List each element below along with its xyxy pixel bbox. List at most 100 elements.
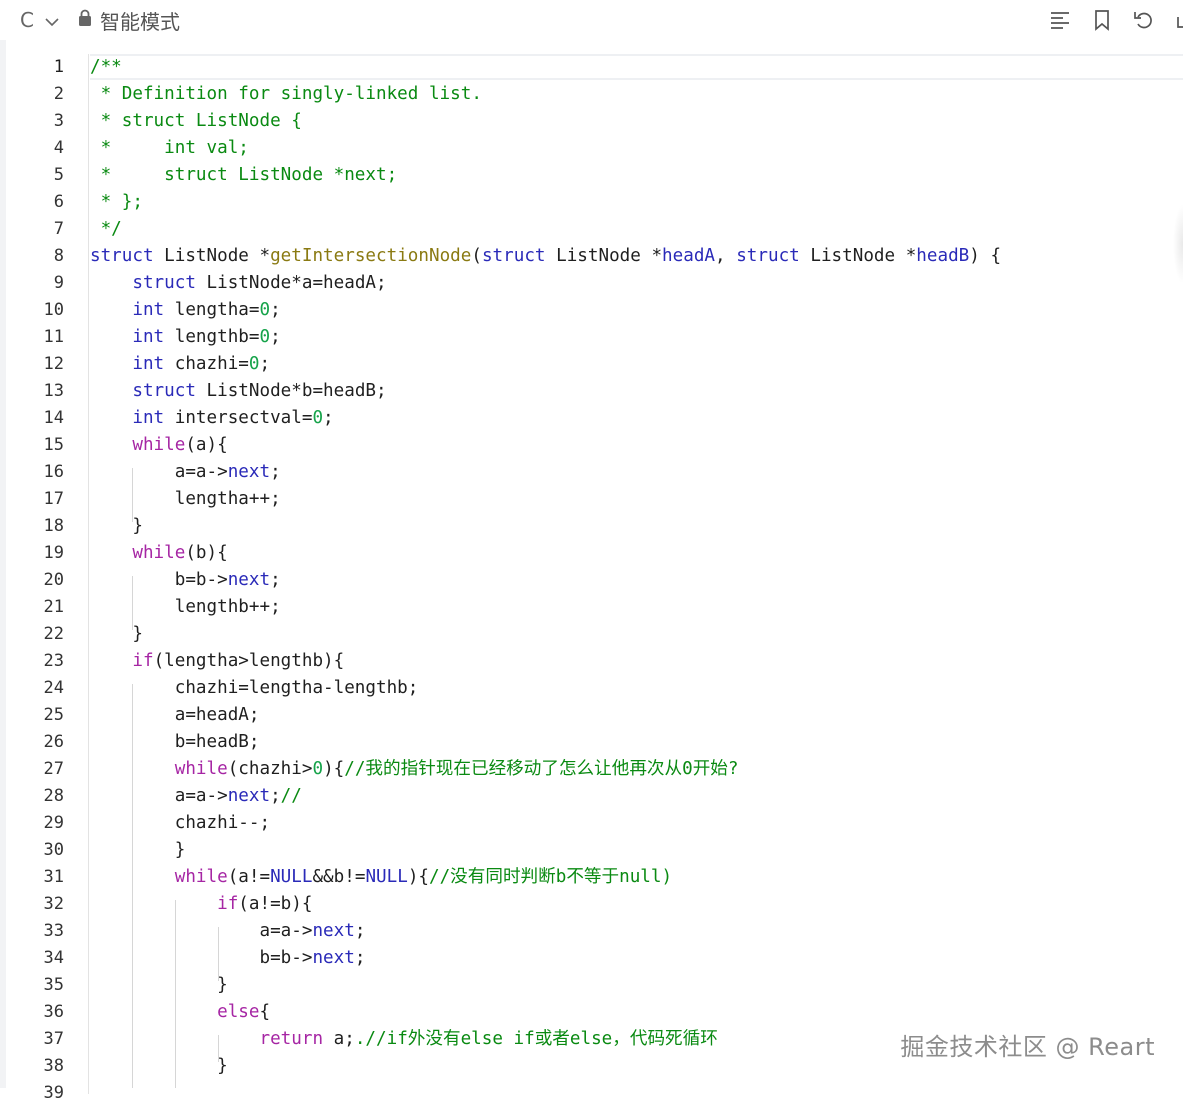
code-token: }: [90, 1056, 228, 1076]
chevron-down-icon[interactable]: [44, 8, 60, 32]
code-line[interactable]: 19 while(b){: [6, 540, 1183, 567]
line-number: 9: [6, 270, 64, 297]
line-code: */: [90, 216, 122, 243]
code-line[interactable]: 24 chazhi=lengtha-lengthb;: [6, 675, 1183, 702]
code-token: lengthb++;: [90, 597, 281, 617]
align-icon[interactable]: [1049, 9, 1071, 31]
code-token: next: [228, 462, 270, 482]
code-token: (b){: [185, 543, 227, 563]
code-line[interactable]: 3 * struct ListNode {: [6, 108, 1183, 135]
code-token: .//if外没有else if或者else，代码死循环: [355, 1029, 718, 1049]
code-line[interactable]: 12 int chazhi=0;: [6, 351, 1183, 378]
code-line[interactable]: 11 int lengthb=0;: [6, 324, 1183, 351]
line-number: 17: [6, 486, 64, 513]
code-editor[interactable]: 1/**2 * Definition for singly-linked lis…: [6, 44, 1183, 1088]
code-line[interactable]: 31 while(a!=NULL&&b!=NULL){//没有同时判断b不等于n…: [6, 864, 1183, 891]
mode-label[interactable]: 智能模式: [100, 6, 180, 35]
code-line[interactable]: 35 }: [6, 972, 1183, 999]
code-token: lengtha=: [164, 300, 259, 320]
code-line[interactable]: 5 * struct ListNode *next;: [6, 162, 1183, 189]
code-token: ListNode *: [546, 246, 663, 266]
line-number: 34: [6, 945, 64, 972]
download-icon[interactable]: [1175, 9, 1183, 31]
code-line[interactable]: 17 lengtha++;: [6, 486, 1183, 513]
line-number: 37: [6, 1026, 64, 1053]
code-line[interactable]: 14 int intersectval=0;: [6, 405, 1183, 432]
code-line[interactable]: 27 while(chazhi>0){//我的指针现在已经移动了怎么让他再次从0…: [6, 756, 1183, 783]
line-code: if(a!=b){: [90, 891, 312, 918]
code-token: chazhi=lengtha-lengthb;: [90, 678, 418, 698]
line-code: a=a->next;: [90, 918, 365, 945]
code-line[interactable]: 2 * Definition for singly-linked list.: [6, 81, 1183, 108]
toolbar-right: [1029, 6, 1183, 34]
code-token: int: [132, 327, 164, 347]
code-token: (: [471, 246, 482, 266]
line-code: return a;.//if外没有else if或者else，代码死循环: [90, 1026, 718, 1053]
code-line[interactable]: 16 a=a->next;: [6, 459, 1183, 486]
code-token: b=b->: [90, 948, 312, 968]
code-line[interactable]: 6 * };: [6, 189, 1183, 216]
code-line[interactable]: 21 lengthb++;: [6, 594, 1183, 621]
line-code: chazhi=lengtha-lengthb;: [90, 675, 418, 702]
code-token: lengthb=: [164, 327, 259, 347]
code-token: lengtha++;: [90, 489, 281, 509]
code-line[interactable]: 26 b=headB;: [6, 729, 1183, 756]
line-code: a=a->next;//: [90, 783, 302, 810]
code-token: [90, 408, 132, 428]
code-line[interactable]: 28 a=a->next;//: [6, 783, 1183, 810]
code-line[interactable]: 4 * int val;: [6, 135, 1183, 162]
code-token: 0: [260, 327, 271, 347]
line-code: int chazhi=0;: [90, 351, 270, 378]
code-line[interactable]: 29 chazhi--;: [6, 810, 1183, 837]
code-token: ListNode *: [800, 246, 917, 266]
code-line[interactable]: 20 b=b->next;: [6, 567, 1183, 594]
code-line[interactable]: 8struct ListNode *getIntersectionNode(st…: [6, 243, 1183, 270]
line-number: 12: [6, 351, 64, 378]
code-line[interactable]: 15 while(a){: [6, 432, 1183, 459]
code-line[interactable]: 39: [6, 1080, 1183, 1107]
line-number: 8: [6, 243, 64, 270]
bookmark-icon[interactable]: [1091, 9, 1113, 31]
code-line[interactable]: 1/**: [6, 54, 1183, 81]
language-select[interactable]: C: [20, 8, 34, 32]
code-token: [90, 867, 175, 887]
line-number: 18: [6, 513, 64, 540]
code-token: * int val;: [90, 138, 249, 158]
line-code: while(b){: [90, 540, 228, 567]
line-code: * struct ListNode *next;: [90, 162, 397, 189]
code-token: 0: [249, 354, 260, 374]
code-line[interactable]: 10 int lengtha=0;: [6, 297, 1183, 324]
code-token: int: [132, 408, 164, 428]
line-number: 6: [6, 189, 64, 216]
line-number: 28: [6, 783, 64, 810]
code-token: &&b!=: [312, 867, 365, 887]
code-line[interactable]: 25 a=headA;: [6, 702, 1183, 729]
line-code: }: [90, 1053, 228, 1080]
line-code: * struct ListNode {: [90, 108, 302, 135]
code-token: return: [259, 1029, 323, 1049]
line-code: }: [90, 621, 143, 648]
code-line[interactable]: 22 }: [6, 621, 1183, 648]
undo-icon[interactable]: [1133, 9, 1155, 31]
code-line[interactable]: 13 struct ListNode*b=headB;: [6, 378, 1183, 405]
code-line[interactable]: 36 else{: [6, 999, 1183, 1026]
code-line[interactable]: 9 struct ListNode*a=headA;: [6, 270, 1183, 297]
code-token: ListNode *: [154, 246, 271, 266]
code-token: int: [132, 354, 164, 374]
scroll-hint: [1173, 204, 1183, 284]
code-line[interactable]: 23 if(lengtha>lengthb){: [6, 648, 1183, 675]
code-line[interactable]: 34 b=b->next;: [6, 945, 1183, 972]
code-line[interactable]: 30 }: [6, 837, 1183, 864]
code-line[interactable]: 7 */: [6, 216, 1183, 243]
code-line[interactable]: 33 a=a->next;: [6, 918, 1183, 945]
line-number: 21: [6, 594, 64, 621]
code-token: */: [90, 219, 122, 239]
editor-toolbar: C 智能模式: [0, 0, 1183, 40]
line-number: 31: [6, 864, 64, 891]
code-line[interactable]: 32 if(a!=b){: [6, 891, 1183, 918]
line-code: int intersectval=0;: [90, 405, 334, 432]
code-token: int: [132, 300, 164, 320]
code-token: next: [228, 786, 270, 806]
line-code: struct ListNode*b=headB;: [90, 378, 387, 405]
code-line[interactable]: 18 }: [6, 513, 1183, 540]
